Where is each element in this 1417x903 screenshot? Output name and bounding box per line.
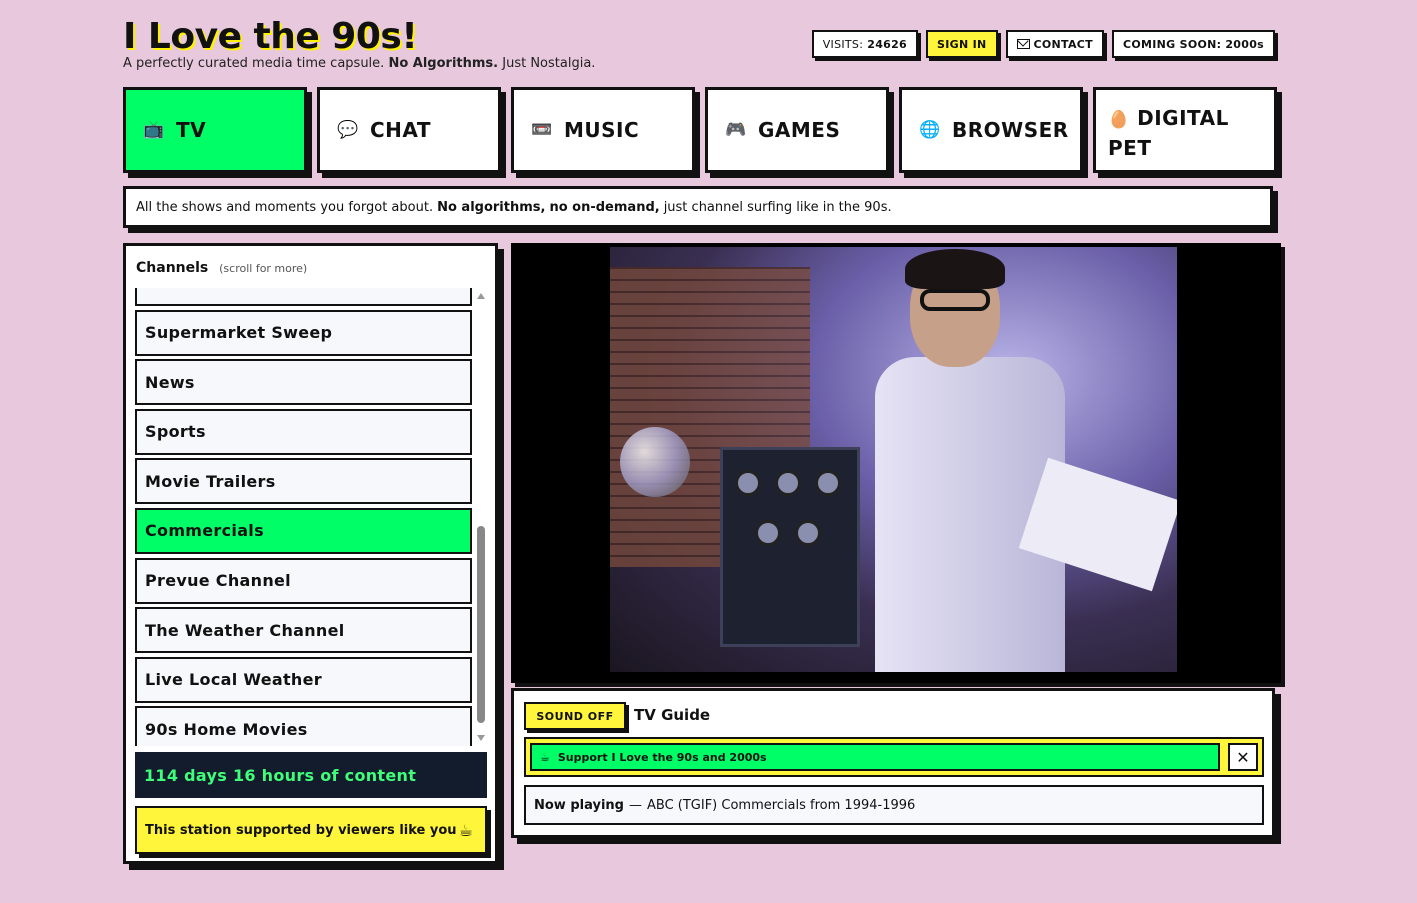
coffee-cup-icon: ☕ [540,750,550,764]
channel-item[interactable]: Movie Trailers [135,458,472,505]
tagline: A perfectly curated media time capsule. … [123,56,595,71]
tab-label: TV [176,118,207,142]
tagline-pre: A perfectly curated media time capsule. [123,56,385,71]
tab-label: MUSIC [564,118,640,142]
video-scene-dial [755,520,781,546]
scroll-up-arrow-icon[interactable] [477,293,485,299]
coming-soon-value: 2000s [1225,37,1264,51]
now-playing: Now playing — ABC (TGIF) Commercials fro… [524,785,1264,825]
channel-item[interactable]: News [135,359,472,406]
channel-item[interactable]: Live Local Weather [135,656,472,703]
support-banner-link[interactable]: ☕ Support I Love the 90s and 2000s [530,743,1220,771]
channel-item[interactable]: Sports [135,408,472,455]
tab-digital-pet[interactable]: 🥚 DIGITAL PET [1093,87,1277,173]
visits-label: VISITS: [822,37,864,51]
contact-label: CONTACT [1033,37,1093,51]
tab-games[interactable]: 🎮 GAMES [705,87,889,173]
tab-label-wrap: 🥚 DIGITAL PET [1108,104,1258,162]
channels-heading: Channels (scroll for more) [136,260,307,276]
video-player[interactable] [511,243,1281,683]
channels-title: Channels [136,260,209,276]
scroll-down-arrow-icon[interactable] [477,735,485,741]
visits-count: 24626 [867,37,908,51]
support-station-button[interactable]: This station supported by viewers like y… [135,806,487,854]
info-post: just channel surfing like in the 90s. [663,199,892,215]
video-frame [610,247,1177,672]
tab-label: CHAT [370,118,431,142]
video-scene-dial [815,470,841,496]
tagline-bold: No Algorithms. [388,56,499,71]
channel-item[interactable]: Supermarket Sweep [135,309,472,356]
channel-item-partial[interactable] [135,288,472,306]
channel-item[interactable]: 90s Home Movies [135,706,472,746]
scroll-thumb[interactable] [477,526,485,723]
now-playing-value: ABC (TGIF) Commercials from 1994-1996 [646,797,916,813]
support-banner-text: Support I Love the 90s and 2000s [557,750,767,764]
video-scene-control-panel [720,447,860,647]
content-total: 114 days 16 hours of content [135,752,487,798]
coming-soon-label: COMING SOON: [1122,37,1222,51]
video-scene-lamp [620,427,690,497]
info-bar: All the shows and moments you forgot abo… [123,186,1273,228]
tab-label: GAMES [758,118,841,142]
video-scene-dial [735,470,761,496]
channel-item-active[interactable]: Commercials [135,507,472,554]
visits-counter: VISITS: 24626 [811,30,919,58]
info-bold-1: No algorithms, [437,199,546,215]
tab-label: BROWSER [952,118,1069,142]
tagline-post: Just Nostalgia. [502,56,596,71]
tab-chat[interactable]: 💬 CHAT [317,87,501,173]
channel-item[interactable]: Prevue Channel [135,557,472,604]
info-bold-2: no on-demand, [549,199,660,215]
channels-hint: (scroll for more) [219,262,308,275]
site-title: I Love the 90s! [123,16,418,57]
contact-button[interactable]: CONTACT [1005,30,1104,58]
sign-in-button[interactable]: SIGN IN [926,30,998,58]
globe-icon: 🌐 [919,120,941,140]
channel-list[interactable]: Supermarket Sweep News Sports Movie Trai… [135,288,472,746]
tab-tv[interactable]: 📺 TV [123,87,307,173]
close-icon[interactable]: ✕ [1228,743,1258,771]
video-scene-dial [775,470,801,496]
coffee-cup-icon: ☕ [458,820,473,840]
coming-soon-badge[interactable]: COMING SOON: 2000s [1111,30,1275,58]
channel-panel: Channels (scroll for more) Supermarket S… [123,243,498,864]
now-playing-label: Now playing [534,797,624,813]
gamepad-icon: 🎮 [725,120,747,140]
video-scene-hair [905,249,1005,289]
tab-browser[interactable]: 🌐 BROWSER [899,87,1083,173]
tv-guide-panel: SOUND OFF TV Guide ☕ Support I Love the … [511,688,1275,838]
support-banner: ☕ Support I Love the 90s and 2000s ✕ [524,737,1264,777]
channel-scrollbar[interactable] [476,291,486,743]
info-pre: All the shows and moments you forgot abo… [136,199,434,215]
top-actions: VISITS: 24626 SIGN IN CONTACT COMING SOO… [811,30,1275,58]
support-text: This station supported by viewers like y… [145,822,457,838]
channel-item[interactable]: The Weather Channel [135,607,472,654]
tv-guide-title: TV Guide [634,706,711,724]
cassette-icon: 📼 [531,120,553,140]
video-scene-dial [795,520,821,546]
now-playing-separator: — [628,797,642,813]
tab-music[interactable]: 📼 MUSIC [511,87,695,173]
chat-bubble-icon: 💬 [337,120,359,140]
tv-icon: 📺 [143,120,165,140]
main-tabs: 📺 TV 💬 CHAT 📼 MUSIC 🎮 GAMES 🌐 BROWSER 🥚 … [123,87,1277,173]
mail-icon [1016,39,1030,49]
video-scene-glasses [920,289,990,311]
egg-icon: 🥚 [1108,110,1130,130]
sound-toggle-button[interactable]: SOUND OFF [524,702,626,730]
